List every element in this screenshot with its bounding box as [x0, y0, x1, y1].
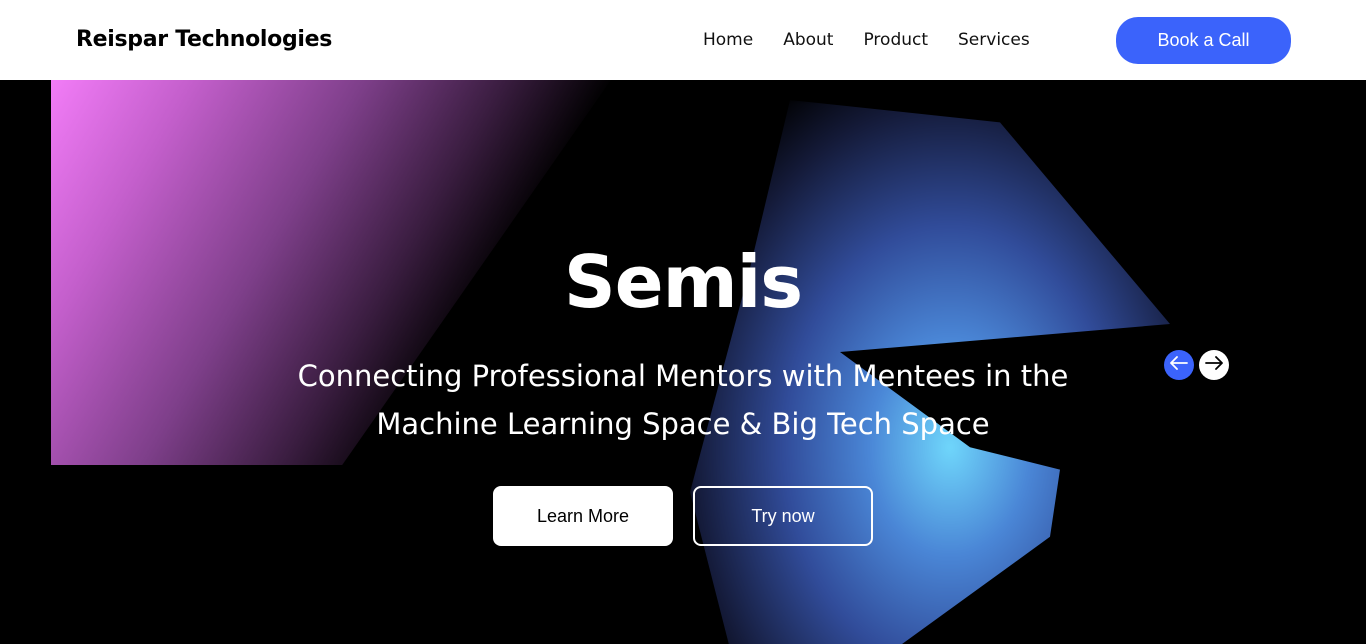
- hero-section: Semis Connecting Professional Mentors wi…: [0, 80, 1366, 644]
- brand-logo-text[interactable]: Reispar Technologies: [76, 27, 332, 52]
- arrow-right-icon: [1205, 355, 1223, 375]
- arrow-left-icon: [1170, 355, 1188, 375]
- try-now-button[interactable]: Try now: [693, 486, 873, 546]
- hero-title: Semis: [563, 240, 803, 324]
- main-nav: Home About Product Services: [703, 30, 1060, 50]
- book-a-call-button[interactable]: Book a Call: [1116, 17, 1291, 64]
- learn-more-button[interactable]: Learn More: [493, 486, 673, 546]
- carousel-next-button[interactable]: [1199, 350, 1229, 380]
- nav-product-link[interactable]: Product: [863, 30, 928, 50]
- hero-subtitle: Connecting Professional Mentors with Men…: [297, 359, 1069, 441]
- nav-services-link[interactable]: Services: [958, 30, 1030, 50]
- navbar: Reispar Technologies Home About Product …: [0, 0, 1366, 80]
- carousel-prev-button[interactable]: [1164, 350, 1194, 380]
- nav-home-link[interactable]: Home: [703, 30, 753, 50]
- nav-about-link[interactable]: About: [783, 30, 833, 50]
